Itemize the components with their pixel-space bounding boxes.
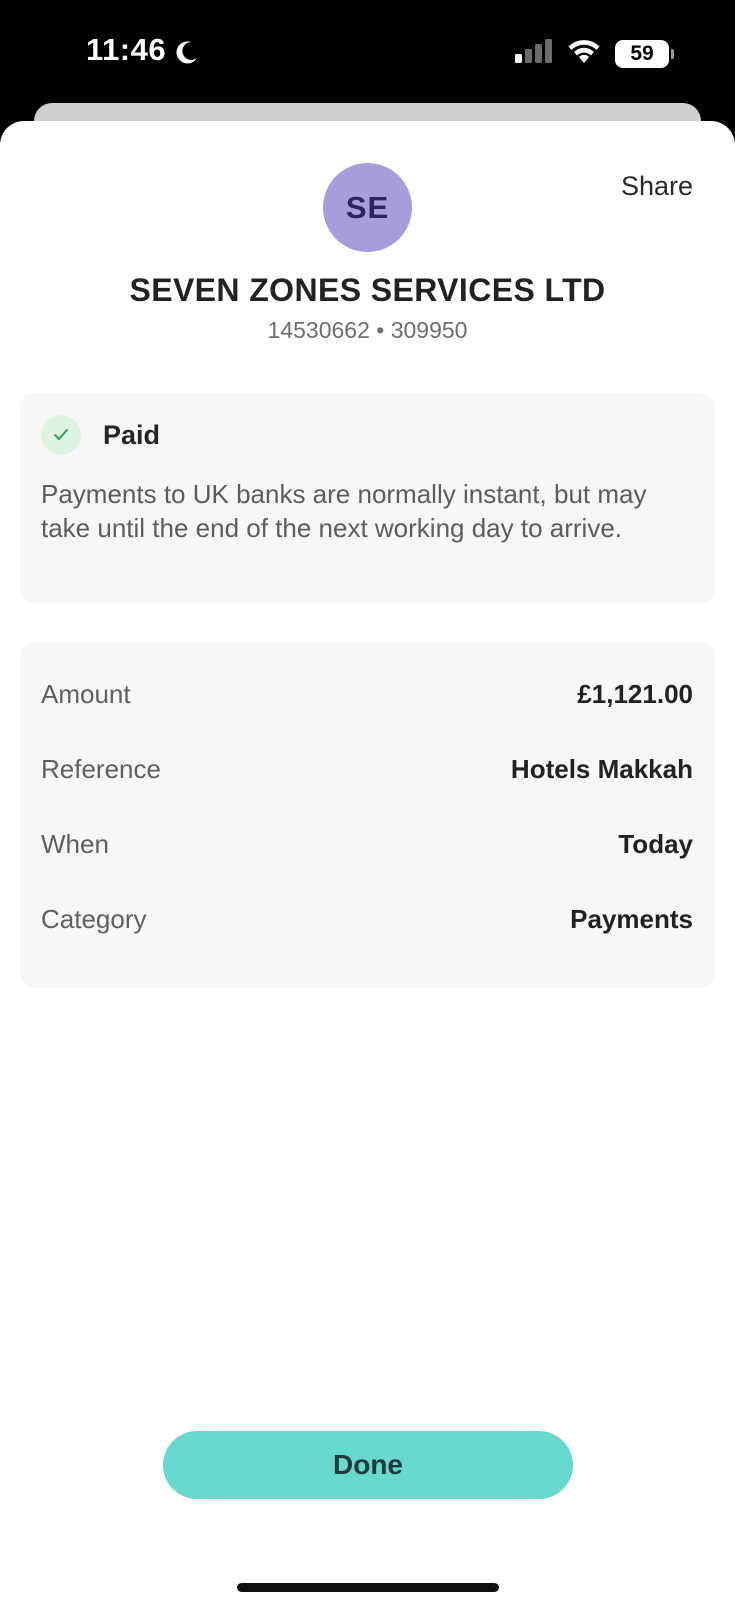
status-row: Paid — [41, 415, 160, 455]
done-button[interactable]: Done — [163, 1431, 573, 1499]
detail-row-when: When Today — [41, 829, 693, 860]
payment-status-card: Paid Payments to UK banks are normally i… — [20, 393, 715, 603]
share-button[interactable]: Share — [621, 171, 693, 202]
when-label: When — [41, 829, 109, 859]
detail-row-reference: Reference Hotels Makkah — [41, 754, 693, 785]
battery-icon: 59 — [615, 39, 674, 68]
reference-value: Hotels Makkah — [510, 754, 693, 784]
status-time: 11:46 — [86, 32, 200, 68]
battery-level: 59 — [630, 41, 654, 65]
clock-time: 11:46 — [86, 32, 167, 67]
payee-name: SEVEN ZONES SERVICES LTD — [129, 272, 606, 308]
check-icon — [41, 415, 81, 455]
moon-icon — [174, 37, 200, 64]
status-label: Paid — [103, 419, 161, 450]
amount-label: Amount — [41, 679, 131, 709]
reference-label: Reference — [41, 754, 161, 784]
home-indicator — [237, 1583, 499, 1592]
amount-value: £1,121.00 — [577, 679, 693, 709]
wifi-icon — [567, 38, 601, 69]
category-label: Category — [41, 904, 147, 934]
status-bar: 11:46 59 — [0, 0, 735, 108]
when-value: Today — [618, 829, 693, 859]
details-card: Amount £1,121.00 Reference Hotels Makkah… — [20, 642, 715, 988]
category-value[interactable]: Payments — [570, 904, 693, 935]
status-indicators: 59 — [515, 38, 674, 69]
avatar-initials: SE — [345, 189, 390, 225]
detail-row-amount: Amount £1,121.00 — [41, 679, 693, 710]
detail-row-category[interactable]: Category Payments — [41, 904, 693, 935]
signal-icon — [515, 39, 553, 68]
account-details: 14530662 • 309950 — [267, 317, 468, 343]
avatar: SE — [323, 163, 412, 252]
transaction-detail-sheet: Share SE SEVEN ZONES SERVICES LTD 145306… — [0, 121, 735, 1600]
status-message: Payments to UK banks are normally instan… — [41, 479, 647, 543]
